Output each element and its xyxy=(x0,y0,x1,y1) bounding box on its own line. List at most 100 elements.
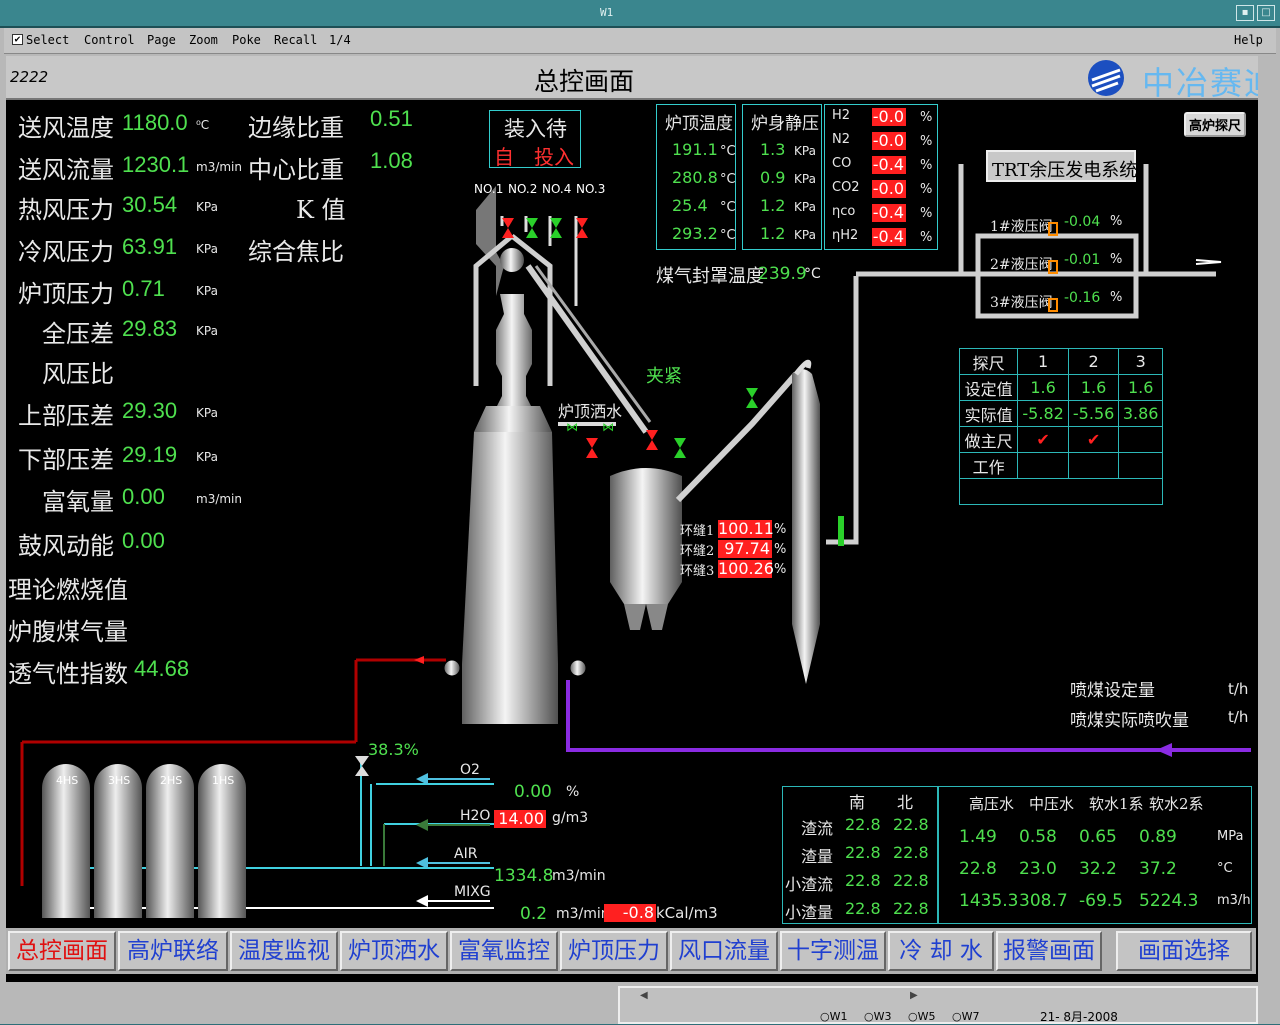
mix-arrow-icon xyxy=(416,819,428,831)
gas-value: -0.0 xyxy=(872,107,906,126)
nav-button-5[interactable]: 富氧监控 xyxy=(450,931,558,971)
trt-valve-icon[interactable] xyxy=(1048,260,1058,274)
title-bar[interactable]: W1 ▪ □ xyxy=(0,0,1280,28)
param-label: 风压比 xyxy=(42,360,114,388)
trt-valve-icon[interactable] xyxy=(1048,298,1058,312)
menu-page[interactable]: Page xyxy=(147,33,176,47)
menu-control[interactable]: Control xyxy=(84,33,135,47)
slag-north: 22.8 xyxy=(893,899,929,918)
menu-select[interactable]: Select xyxy=(26,33,69,47)
nav-button-1[interactable]: 总控画面 xyxy=(8,931,116,971)
param-unit: KPa xyxy=(196,284,218,298)
trt-valve-icon[interactable] xyxy=(1048,222,1058,236)
top-valve-name: NO.1 xyxy=(474,182,504,196)
probe-cell: 1.6 xyxy=(1118,374,1163,401)
slag-south: 22.8 xyxy=(845,899,881,918)
gas-unit: % xyxy=(920,110,933,125)
window-radio[interactable]: ○W1 xyxy=(820,1010,847,1023)
stove-label: 1HS xyxy=(212,774,235,787)
param-label: 上部压差 xyxy=(18,402,114,430)
param-value: 1230.1 xyxy=(122,152,190,177)
valve-icon[interactable] xyxy=(746,398,758,408)
param-unit: KPa xyxy=(196,200,218,214)
trt-valve-value: -0.16 xyxy=(1064,290,1101,306)
valve-icon[interactable] xyxy=(586,438,598,448)
probe-cell: 实际值 xyxy=(958,400,1019,427)
nav-button-7[interactable]: 风口流量 xyxy=(670,931,778,971)
shaft-press-value: 1.2 xyxy=(760,224,786,243)
gas-name: ηH2 xyxy=(832,228,859,243)
probe-cell: 3.86 xyxy=(1118,400,1163,427)
window-radio[interactable]: ○W5 xyxy=(908,1010,935,1023)
mix-arrow-icon xyxy=(416,857,428,869)
param-value: 30.54 xyxy=(122,192,178,217)
valve-icon[interactable] xyxy=(746,388,758,398)
slag-south: 22.8 xyxy=(845,815,881,834)
cold-valve-pct: 38.3% xyxy=(368,740,419,759)
hmi-screen: 2222 总控画面 中冶赛迪 高炉探尺 装入待 自 投入 炉顶温度 炉身静压 xyxy=(6,56,1258,982)
valve-icon[interactable] xyxy=(646,440,658,450)
menu-bar: ✔ Select Control Page Zoom Poke Recall 1… xyxy=(4,28,1276,54)
menu-help[interactable]: Help xyxy=(1234,33,1263,47)
top-temp-value: 293.2 xyxy=(672,224,718,243)
menu-recall[interactable]: Recall xyxy=(274,33,317,47)
mix-extra-value: -0.8 xyxy=(604,904,656,922)
trt-valve-label: 1#液压阀 xyxy=(990,219,1053,235)
nav-button-4[interactable]: 炉顶洒水 xyxy=(340,931,448,971)
water-value: 308.7 xyxy=(1019,891,1068,911)
valve-icon[interactable] xyxy=(502,228,514,238)
mix-arrow-icon xyxy=(416,895,428,907)
spray-valve-icon[interactable]: ⋈ xyxy=(602,420,614,434)
gas-unit: % xyxy=(920,206,933,221)
valve-icon[interactable] xyxy=(550,218,562,228)
nav-button-10[interactable]: 报警画面 xyxy=(996,931,1102,971)
stove: 3HS xyxy=(94,764,142,918)
valve-icon[interactable] xyxy=(646,430,658,440)
window-radio[interactable]: ○W3 xyxy=(864,1010,891,1023)
menu-poke[interactable]: Poke xyxy=(232,33,261,47)
valve-icon[interactable] xyxy=(674,438,686,448)
maximize-icon[interactable]: □ xyxy=(1257,5,1275,21)
valve-icon[interactable] xyxy=(586,448,598,458)
scrubber-valve-icon[interactable] xyxy=(838,516,844,546)
stove: 2HS xyxy=(146,764,194,918)
param-label: 透气性指数 xyxy=(8,660,128,688)
menu-zoom[interactable]: Zoom xyxy=(189,33,218,47)
nav-button-3[interactable]: 温度监视 xyxy=(230,931,338,971)
param-label: 下部压差 xyxy=(18,446,114,474)
water-value: 0.65 xyxy=(1079,827,1117,847)
mix-arrow-line xyxy=(420,824,490,826)
mix-extra-unit: kCal/m3 xyxy=(656,904,718,922)
nav-button-2[interactable]: 高炉联络 xyxy=(118,931,228,971)
spray-valve-icon[interactable]: ⋈ xyxy=(566,420,578,434)
shaft-press-value: 1.3 xyxy=(760,140,786,159)
slag-south: 22.8 xyxy=(845,843,881,862)
gas-value: -0.4 xyxy=(872,203,906,222)
param-label: 冷风压力 xyxy=(18,238,114,266)
probe-header: 3 xyxy=(1118,348,1163,375)
valve-icon[interactable] xyxy=(576,218,588,228)
window-radio[interactable]: ○W7 xyxy=(952,1010,979,1023)
nav-button-11[interactable]: 画面选择 xyxy=(1116,931,1252,971)
shaft-press-value: 1.2 xyxy=(760,196,786,215)
minimize-icon[interactable]: ▪ xyxy=(1236,5,1254,21)
valve-icon[interactable] xyxy=(526,228,538,238)
mid-param-value: 0.51 xyxy=(370,106,413,131)
mix-unit: m3/min xyxy=(552,868,606,884)
valve-icon[interactable] xyxy=(674,448,686,458)
nav-button-9[interactable]: 冷 却 水 xyxy=(888,931,994,971)
mix-unit: % xyxy=(566,784,580,800)
nav-button-8[interactable]: 十字测温 xyxy=(780,931,886,971)
valve-icon[interactable] xyxy=(526,218,538,228)
param-value: 0.00 xyxy=(122,528,165,553)
nav-button-6[interactable]: 炉顶压力 xyxy=(560,931,668,971)
valve-icon[interactable] xyxy=(502,218,514,228)
mix-value: 14.00 xyxy=(494,810,546,828)
valve-icon[interactable] xyxy=(550,228,562,238)
valve-icon[interactable] xyxy=(576,228,588,238)
mid-param-label: 中心比重 xyxy=(248,156,344,184)
scroll-right-icon[interactable]: ▶ xyxy=(910,990,918,1001)
select-checkbox[interactable]: ✔ xyxy=(12,34,23,45)
scroll-left-icon[interactable]: ◀ xyxy=(640,990,648,1001)
param-unit: KPa xyxy=(196,242,218,256)
